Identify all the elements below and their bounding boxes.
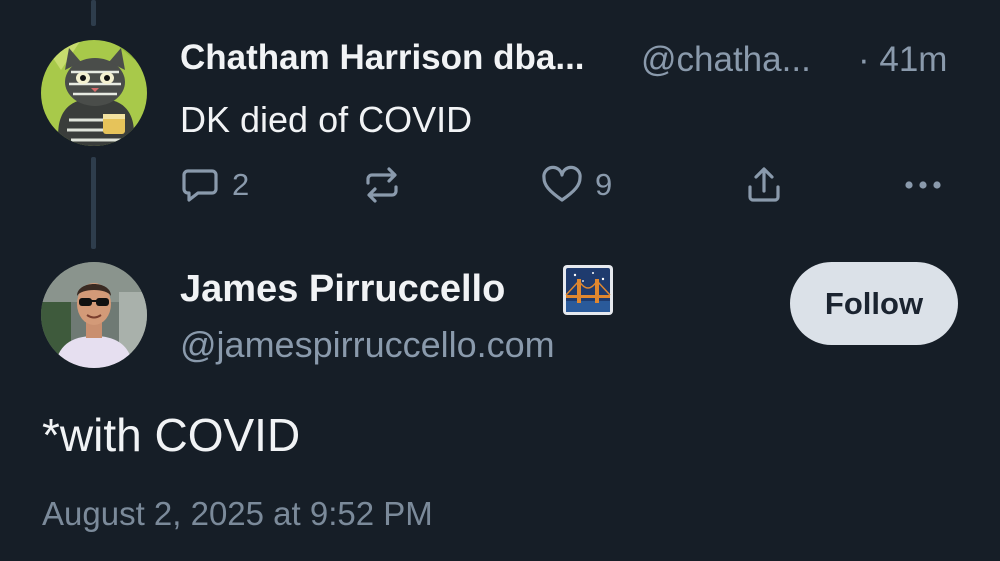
share-icon [748,167,780,202]
reply-post-text: *with COVID [42,409,301,461]
parent-author-name[interactable]: Chatham Harrison dba... [180,38,585,78]
parent-author-handle[interactable]: @chatha... [641,40,811,80]
like-button[interactable]: 9 [541,163,612,207]
bridge-at-night-icon [563,265,613,315]
share-button[interactable] [744,163,784,207]
parent-author-avatar[interactable] [41,40,147,146]
reply-author-name[interactable]: James Pirruccello [180,268,505,311]
parent-post-text: DK died of COVID [180,99,473,140]
reply-author-avatar[interactable] [41,262,147,368]
reply-button[interactable]: 2 [180,163,249,207]
thread-connector-line [91,0,96,26]
ellipsis-icon [905,181,941,189]
parent-post-timestamp[interactable]: · 41m [858,40,947,80]
thread-connector-line [91,157,96,249]
cat-illustration-avatar [41,40,147,146]
person-photo-avatar [41,262,147,368]
reply-author-handle[interactable]: @jamespirruccello.com [180,324,555,366]
reply-icon [182,169,218,202]
reply-post-date: August 2, 2025 at 9:52 PM [42,495,433,532]
heart-icon [542,165,582,202]
like-count: 9 [595,167,613,202]
post-thread-view: Chatham Harrison dba... @chatha... · 41m… [0,0,1000,561]
more-options-button[interactable] [902,163,944,207]
bridge-at-night-emoji [563,265,613,315]
repost-button[interactable] [362,163,402,207]
follow-button[interactable]: Follow [790,262,958,345]
reply-count: 2 [232,167,250,202]
repost-icon [366,167,398,203]
